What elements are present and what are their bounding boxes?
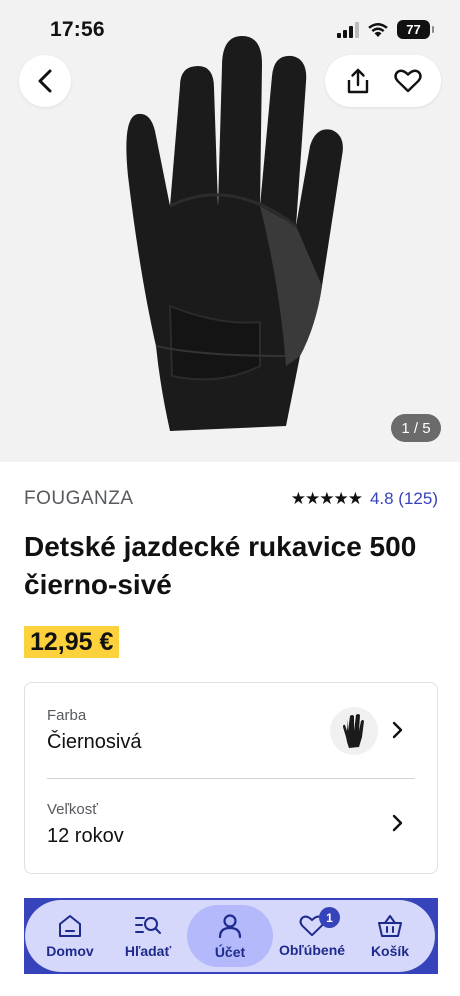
size-value: 12 rokov <box>47 825 124 847</box>
nav-cart-label: Košík <box>370 942 410 959</box>
status-icons: 77 <box>337 20 434 39</box>
rating[interactable]: ★★★★★ 4.8 (125) <box>291 489 438 509</box>
basket-icon <box>378 914 402 937</box>
share-icon <box>347 68 369 94</box>
bottom-nav: Domov Hľadať Účet 1 Obľúbené Košík <box>25 900 435 972</box>
heart-icon <box>394 69 422 93</box>
size-option[interactable]: Veľkosť 12 rokov <box>25 779 439 874</box>
signal-icon <box>337 21 359 38</box>
chevron-right-icon <box>392 814 403 832</box>
wifi-icon <box>368 22 388 37</box>
gallery-pager: 1 / 5 <box>391 414 441 442</box>
options-card: Farba Čiernosivá Veľkosť 12 rokov <box>24 682 438 874</box>
battery-icon: 77 <box>397 20 434 39</box>
brand-name[interactable]: FOUGANZA <box>24 488 134 510</box>
gallery-actions <box>325 55 441 107</box>
battery-level: 77 <box>406 22 421 37</box>
size-label: Veľkosť <box>47 801 98 818</box>
rating-value[interactable]: 4.8 (125) <box>370 489 438 509</box>
brand-row: FOUGANZA ★★★★★ 4.8 (125) <box>24 488 438 510</box>
favorites-badge: 1 <box>319 907 340 928</box>
nav-account-label: Účet <box>214 943 246 960</box>
color-swatch <box>330 707 378 755</box>
search-list-icon <box>135 916 161 934</box>
favorite-button[interactable] <box>388 61 428 101</box>
nav-search[interactable]: Hľadať <box>109 905 187 967</box>
nav-home-label: Domov <box>46 942 94 959</box>
nav-favorites-label: Obľúbené <box>278 941 346 958</box>
nav-cart[interactable]: Košík <box>351 905 429 967</box>
color-value: Čiernosivá <box>47 731 142 753</box>
back-button[interactable] <box>19 55 71 107</box>
chevron-right-icon <box>392 721 403 739</box>
status-time: 17:56 <box>50 18 105 41</box>
rating-stars: ★★★★★ <box>290 489 363 508</box>
chevron-left-icon <box>38 69 52 93</box>
glove-thumbnail <box>343 714 364 748</box>
status-bar: 17:56 77 <box>0 0 460 56</box>
color-label: Farba <box>47 707 87 724</box>
nav-favorites[interactable]: 1 Obľúbené <box>273 905 351 967</box>
product-title: Detské jazdecké rukavice 500 čierno-sivé <box>24 531 417 600</box>
color-option[interactable]: Farba Čiernosivá <box>25 683 439 779</box>
share-button[interactable] <box>338 61 378 101</box>
home-icon <box>59 914 81 937</box>
account-icon <box>218 913 242 938</box>
nav-account[interactable]: Účet <box>187 905 273 967</box>
product-image <box>126 36 343 431</box>
nav-home[interactable]: Domov <box>31 905 109 967</box>
nav-search-label: Hľadať <box>124 942 172 959</box>
product-price: 12,95 € <box>24 626 120 658</box>
